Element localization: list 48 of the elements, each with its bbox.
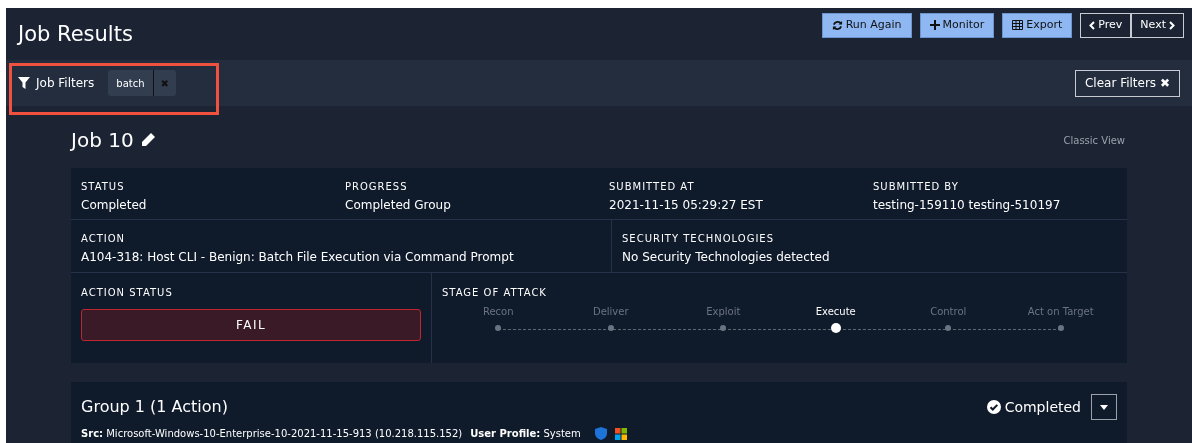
user-profile: User Profile: System [470,427,581,441]
chevron-right-icon [1169,20,1175,30]
caret-icon [1100,404,1108,410]
next-button[interactable]: Next [1131,12,1184,38]
field-value: A104-318: Host CLI - Benign: Batch File Execution via Command Prompt [81,249,515,266]
group-status: Completed [1004,397,1081,417]
page-title: Job Results [18,21,133,49]
toolbar-button[interactable]: Export [1002,12,1073,38]
field-value: 2021-11-15 05:29:27 EST [609,197,764,214]
field-label: SUBMITTED BY [873,180,960,194]
job-title: Job 10 [71,127,134,154]
field-value: Completed [81,197,148,214]
field-value: No Security Technologies detected [622,249,831,266]
field-label: PROGRESS [345,180,409,194]
attack-stage[interactable]: Deliver [554,304,667,331]
pencil-icon [139,132,156,148]
toolbar-button[interactable]: Run Again [821,12,912,38]
attack-stage[interactable]: Act on Target [1004,304,1117,331]
field-value: Completed Group [345,197,452,214]
field-label: SECURITY TECHNOLOGIES [622,232,775,246]
classic-view-link[interactable]: Classic View [1063,132,1125,148]
check-circle-icon [986,400,1001,414]
plus-icon [929,20,940,30]
source-host: Src: Microsoft-Windows-10-Enterprise-10-2021-11-15-913 (10.218.115.152) [81,427,463,441]
status-result: FAIL [81,309,421,341]
filter-icon [18,77,30,89]
windows-logo-icon [614,427,627,440]
attack-stage[interactable]: Execute [779,304,892,333]
field-label: STATUS [81,180,126,194]
clear-filters-button[interactable]: Clear Filters ✖ [1074,69,1180,97]
tag-label: batch [115,76,146,91]
filter-label: Job Filters [36,75,95,92]
field-label: ACTION [81,232,127,246]
field-label: SUBMITTED AT [609,180,696,194]
attack-stage[interactable]: Control [892,304,1005,331]
prev-button[interactable]: Prev [1080,12,1132,38]
dropdown-button[interactable] [1091,394,1117,420]
shield-icon [594,427,607,440]
group-title: Group 1 (1 Action) [81,396,228,418]
field-label: STAGE OF ATTACK [442,286,548,300]
attack-stage[interactable]: Recon [442,304,555,331]
field-value: testing-159110 testing-510197 [873,197,1062,214]
field-label: ACTION STATUS [81,286,174,300]
table-icon [1012,20,1024,30]
attack-stage[interactable]: Exploit [667,304,780,331]
refresh-icon [831,19,843,31]
chevron-left-icon [1089,20,1096,30]
toolbar-button[interactable]: Monitor [919,12,995,38]
